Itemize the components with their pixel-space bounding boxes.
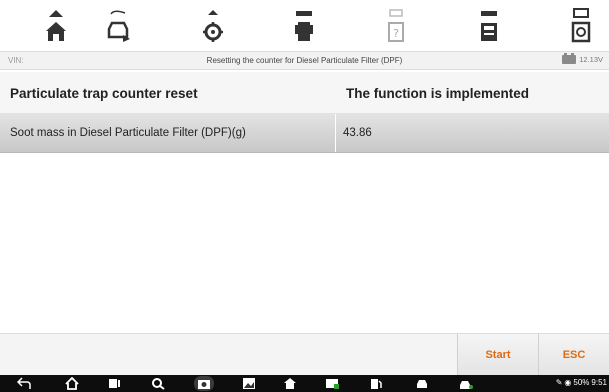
clock: 9:51 <box>591 378 607 387</box>
fuel-icon[interactable] <box>368 376 384 391</box>
camera-icon[interactable] <box>194 376 214 391</box>
car-icon[interactable] <box>414 376 430 391</box>
function-title: Resetting the counter for Diesel Particu… <box>206 56 403 65</box>
status-area: ✎ ◉ 50% 9:51 <box>556 378 607 387</box>
settings-icon[interactable] <box>193 3 233 47</box>
header-value: The function is implemented <box>346 86 530 101</box>
search-nav-icon[interactable] <box>150 376 166 391</box>
svg-text:?: ? <box>393 27 399 40</box>
print-icon[interactable] <box>284 3 324 47</box>
vci-icon[interactable] <box>324 376 340 391</box>
help-icon[interactable]: ? <box>376 3 416 47</box>
data-log-icon[interactable] <box>561 3 601 47</box>
vin-bar: VIN: Resetting the counter for Diesel Pa… <box>0 51 609 70</box>
message-icon: ✎ <box>555 378 563 387</box>
top-toolbar: ? <box>0 0 609 50</box>
home-nav-icon[interactable] <box>64 376 80 391</box>
battery-percent: 50% <box>573 378 590 387</box>
back-icon[interactable] <box>16 376 32 391</box>
row-value: 43.86 <box>343 127 372 139</box>
system-nav-bar: ✎ ◉ 50% 9:51 <box>0 375 609 392</box>
wifi-icon: ◉ <box>564 378 572 387</box>
column-divider <box>335 114 336 152</box>
header-name: Particulate trap counter reset <box>10 86 198 101</box>
home-icon[interactable] <box>36 3 76 47</box>
table-row[interactable]: Soot mass in Diesel Particulate Filter (… <box>0 114 609 153</box>
table-header: Particulate trap counter reset The funct… <box>0 72 609 114</box>
row-name: Soot mass in Diesel Particulate Filter (… <box>10 127 246 139</box>
start-button[interactable]: Start <box>457 334 538 375</box>
save-icon[interactable] <box>469 3 509 47</box>
voltage-value: 12.13V <box>579 55 603 64</box>
battery-voltage: 12.13V <box>562 53 603 64</box>
car-connected-icon[interactable] <box>458 376 474 391</box>
recent-apps-icon[interactable] <box>106 376 122 391</box>
battery-icon <box>562 53 577 64</box>
image-icon[interactable] <box>241 376 257 391</box>
esc-button[interactable]: ESC <box>538 334 609 375</box>
house-nav-icon[interactable] <box>282 376 298 391</box>
action-bar: Start ESC <box>0 333 609 375</box>
vehicle-swap-icon[interactable] <box>98 3 138 47</box>
